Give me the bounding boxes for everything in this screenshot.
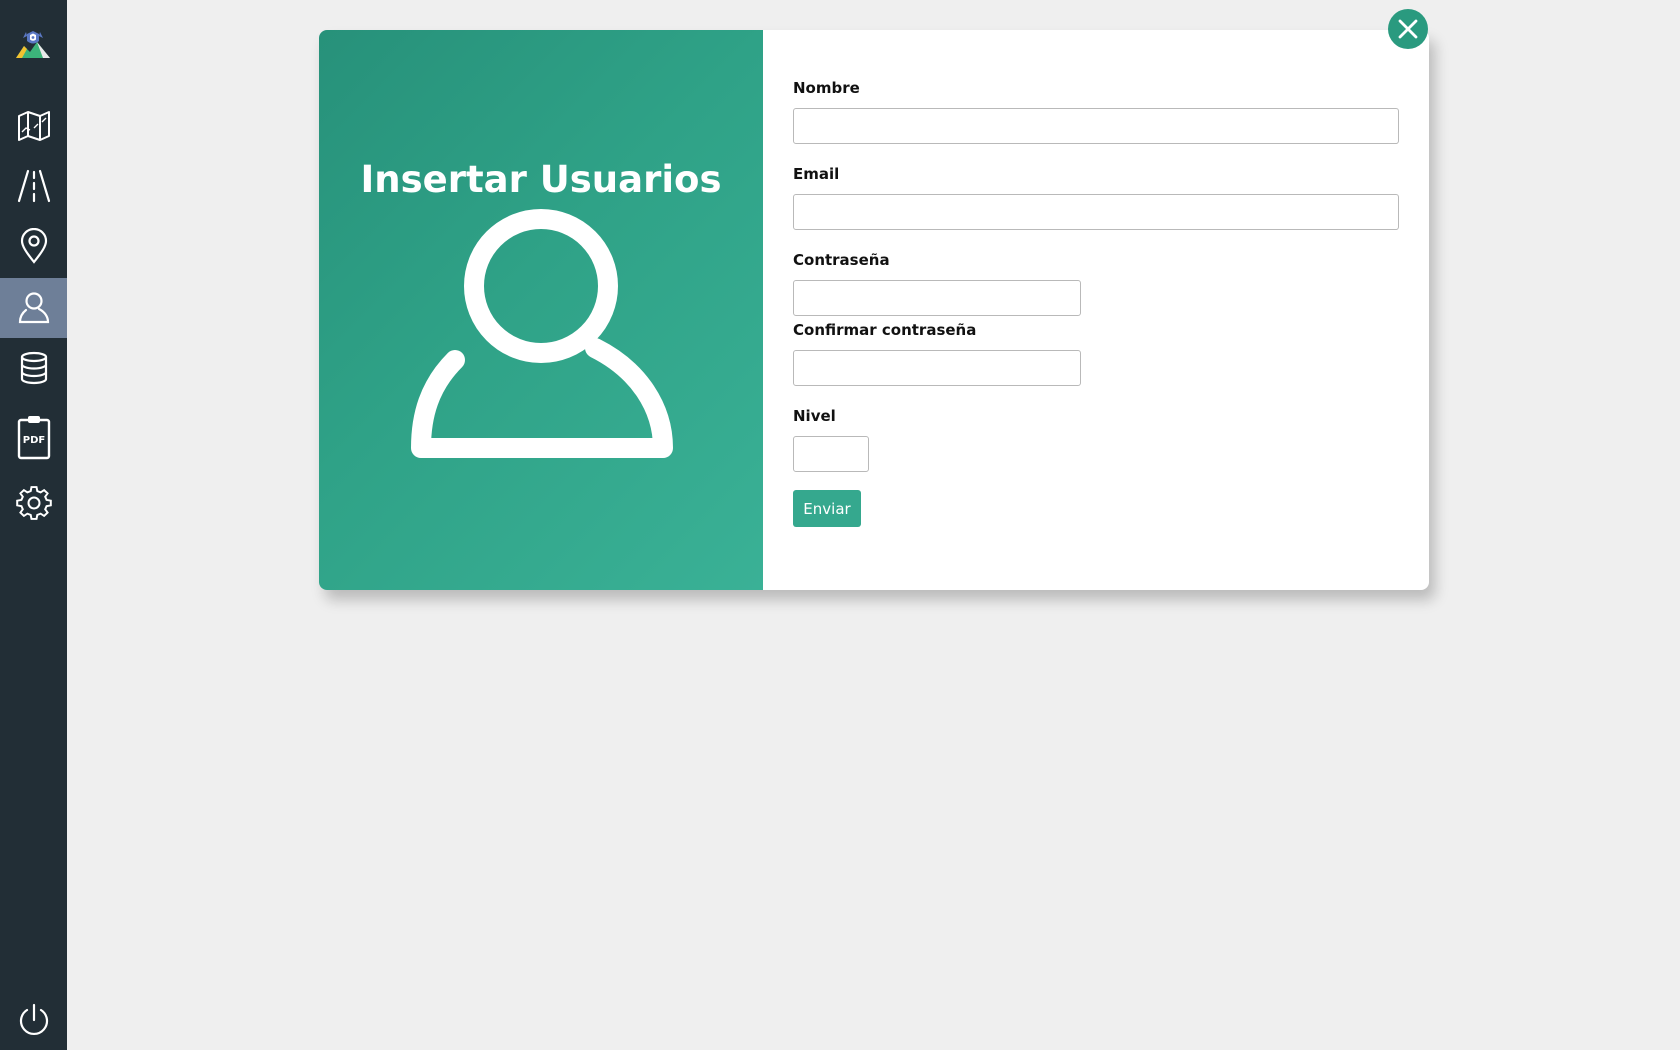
power-icon	[19, 1003, 48, 1035]
nombre-label: Nombre	[793, 79, 860, 97]
pdf-icon: PDF	[17, 416, 50, 460]
password-input[interactable]	[793, 280, 1081, 316]
insert-user-modal: Insertar Usuarios Nombre Email Contraseñ…	[319, 30, 1429, 590]
location-pin-icon	[20, 228, 47, 264]
password-label: Contraseña	[793, 251, 890, 269]
user-icon	[18, 292, 49, 324]
power-button[interactable]	[0, 990, 67, 1050]
gear-icon	[15, 486, 52, 520]
modal-hero-panel: Insertar Usuarios	[319, 30, 763, 590]
submit-button[interactable]: Enviar	[793, 490, 861, 527]
svg-text:PDF: PDF	[22, 435, 44, 446]
close-icon	[1398, 19, 1418, 39]
database-icon	[20, 351, 47, 385]
sidebar: PDF	[0, 0, 67, 1050]
user-icon	[411, 209, 673, 458]
nivel-label: Nivel	[793, 407, 836, 425]
confirm-password-input[interactable]	[793, 350, 1081, 386]
sidebar-item-database[interactable]	[0, 338, 67, 398]
road-icon	[17, 169, 50, 203]
email-label: Email	[793, 165, 840, 183]
sidebar-item-roads[interactable]	[0, 156, 67, 216]
map-icon	[17, 111, 50, 141]
close-button[interactable]	[1388, 9, 1428, 49]
sidebar-item-users[interactable]	[0, 278, 67, 338]
nombre-input[interactable]	[793, 108, 1399, 144]
sidebar-item-settings[interactable]	[0, 474, 67, 534]
nivel-input[interactable]	[793, 436, 869, 472]
confirm-password-label: Confirmar contraseña	[793, 321, 977, 339]
sidebar-item-map[interactable]	[0, 96, 67, 156]
user-form: Nombre Email Contraseña Confirmar contra…	[763, 30, 1429, 590]
sidebar-item-locations[interactable]	[0, 216, 67, 276]
modal-title: Insertar Usuarios	[360, 158, 722, 201]
sidebar-item-pdf[interactable]: PDF	[0, 408, 67, 468]
email-input[interactable]	[793, 194, 1399, 230]
app-logo-icon[interactable]	[13, 26, 53, 66]
